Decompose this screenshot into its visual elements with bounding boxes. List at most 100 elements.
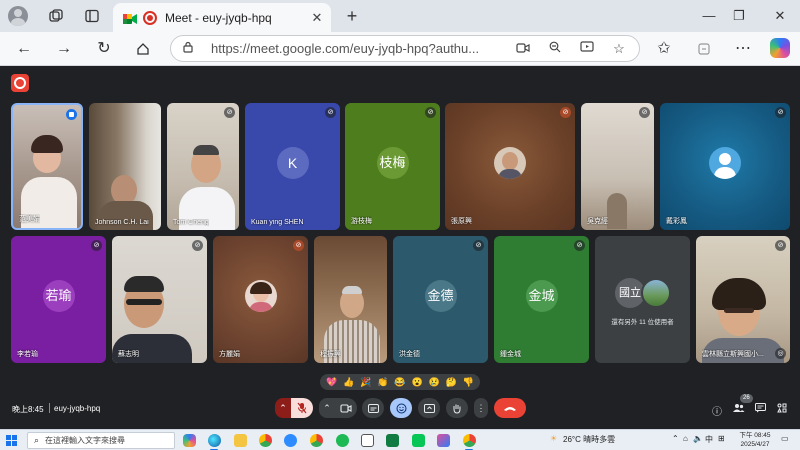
photos-app-icon[interactable] <box>437 434 450 447</box>
participant-initial: 若瑜 <box>42 279 75 312</box>
participant-tile[interactable]: 金德 ⊘ 洪金德 <box>393 236 488 363</box>
muted-mic-icon: ⊘ <box>325 107 336 118</box>
favorite-star-icon[interactable]: ☆ <box>611 41 627 57</box>
muted-mic-icon: ⊘ <box>192 240 203 251</box>
file-explorer-icon[interactable] <box>234 434 247 447</box>
reaction-clap[interactable]: 👏 <box>377 377 389 388</box>
line-app-icon[interactable] <box>412 434 425 447</box>
maximize-button[interactable]: ❐ <box>724 4 754 28</box>
zoom-app-icon[interactable] <box>284 434 297 447</box>
taskbar-search[interactable]: ⌕ 在這裡輸入文字來搜尋 <box>27 432 175 449</box>
present-screen-button[interactable] <box>418 398 440 418</box>
ime-indicator[interactable]: 中 <box>705 434 713 445</box>
participant-tile[interactable]: ⊘ 戴彩鳳 <box>660 103 790 230</box>
windows-start-icon[interactable] <box>6 435 17 446</box>
participant-tile[interactable]: 程振興 <box>314 236 387 363</box>
participant-tile[interactable]: ⊘ 吳克經 <box>581 103 654 230</box>
chrome-profile-icon[interactable] <box>310 434 323 447</box>
reaction-party[interactable]: 🎉 <box>360 377 372 388</box>
muted-mic-icon: ⊘ <box>91 240 102 251</box>
audio-options-button[interactable]: ⌃ <box>275 398 291 418</box>
more-options-button[interactable]: ⋮ <box>474 398 488 418</box>
reaction-surprised[interactable]: 😮 <box>411 377 423 388</box>
mic-toggle-button[interactable] <box>291 398 313 418</box>
copilot-app-icon[interactable] <box>183 434 196 447</box>
tray-overflow-icon[interactable]: ⌃ <box>672 434 679 443</box>
capcut-app-icon[interactable] <box>361 434 374 447</box>
new-tab-button[interactable]: + <box>340 4 364 28</box>
address-bar[interactable]: https://meet.google.com/euy-jyqb-hpq?aut… <box>170 35 640 62</box>
reaction-heart[interactable]: 💖 <box>326 377 338 388</box>
camera-in-use-icon[interactable] <box>515 41 531 56</box>
meeting-info-icon[interactable]: ⓘ <box>710 403 724 418</box>
back-arrow-icon[interactable]: ← <box>12 37 36 61</box>
reaction-thumbs-up[interactable]: 👍 <box>343 377 355 388</box>
weather-text[interactable]: 26°C 晴時多雲 <box>563 434 615 445</box>
emoji-reactions-button[interactable] <box>390 398 412 418</box>
home-icon[interactable] <box>131 37 155 61</box>
reaction-laugh[interactable]: 😂 <box>394 377 406 388</box>
url-text[interactable]: https://meet.google.com/euy-jyqb-hpq?aut… <box>211 41 515 56</box>
video-options-button[interactable]: ⌃ <box>319 398 335 418</box>
reaction-sad[interactable]: 😢 <box>428 377 440 388</box>
activities-icon[interactable] <box>775 403 789 416</box>
refresh-icon[interactable]: ↻ <box>92 37 116 61</box>
copilot-icon[interactable] <box>770 38 790 58</box>
muted-mic-icon: ⊘ <box>560 107 571 118</box>
recording-indicator-icon[interactable] <box>11 74 29 92</box>
collections-icon[interactable] <box>692 37 716 61</box>
participant-tile[interactable]: 金城 ⊘ 鍾金城 <box>494 236 589 363</box>
captions-button[interactable] <box>362 398 384 418</box>
notification-icon[interactable]: ▭ <box>781 434 789 443</box>
participant-tile[interactable]: Johnson C.H. Lai <box>89 103 161 230</box>
camera-toggle-button[interactable] <box>335 398 357 418</box>
participant-tile[interactable]: 若瑜 ⊘ 李若瑜 <box>11 236 106 363</box>
reaction-thinking[interactable]: 🤔 <box>445 377 457 388</box>
spotify-app-icon[interactable] <box>336 434 349 447</box>
workspaces-icon[interactable] <box>44 4 68 28</box>
excel-app-icon[interactable] <box>386 434 399 447</box>
emoji-icon <box>396 403 406 413</box>
weather-icon[interactable]: ☀ <box>550 434 557 443</box>
participant-tile[interactable]: 枝梅 ⊘ 游枝梅 <box>345 103 440 230</box>
muted-mic-icon: ⊘ <box>639 107 650 118</box>
address-toolbar: ← → ↻ https://meet.google.com/euy-jyqb-h… <box>0 32 800 66</box>
participant-tile[interactable]: ⊘ 張原興 <box>445 103 575 230</box>
participant-tile[interactable]: ⊘ 蘇志明 <box>112 236 207 363</box>
tab-close-icon[interactable]: ✕ <box>307 10 327 26</box>
participant-tile[interactable]: K ⊘ Kuan ying SHEN <box>245 103 340 230</box>
pin-icon[interactable]: ◎ <box>775 348 786 359</box>
chrome-app-icon-2[interactable] <box>463 434 476 447</box>
chrome-app-icon[interactable] <box>259 434 272 447</box>
taskbar-clock[interactable]: 下午 08:45 2025/4/27 <box>737 431 773 449</box>
edge-app-icon[interactable] <box>208 434 221 447</box>
close-window-button[interactable]: ✕ <box>765 4 795 28</box>
active-tab[interactable]: Meet - euy-jyqb-hpq ✕ <box>113 3 331 32</box>
cast-icon[interactable] <box>579 41 595 56</box>
participant-tile[interactable]: 范美娟 <box>11 103 83 230</box>
people-icon[interactable] <box>731 403 745 416</box>
participant-name: Johnson C.H. Lai <box>95 219 149 226</box>
participant-tile[interactable]: ⊘ ◎ 雲林縣立斯興國小... <box>696 236 790 363</box>
tab-actions-icon[interactable] <box>80 4 104 28</box>
profile-avatar-icon[interactable] <box>6 4 30 28</box>
participant-tile[interactable]: ⊘ Tom Cheng <box>167 103 239 230</box>
chat-icon[interactable] <box>753 403 767 416</box>
ime-mode-icon[interactable]: ⊞ <box>718 434 725 443</box>
reaction-thumbs-down[interactable]: 👎 <box>462 377 474 388</box>
forward-arrow-icon[interactable]: → <box>52 37 76 61</box>
volume-icon[interactable]: 🔈 <box>693 434 703 443</box>
minimize-button[interactable]: — <box>694 4 724 28</box>
zoom-icon[interactable] <box>547 41 563 56</box>
meeting-time: 晚上8:45 <box>12 405 44 414</box>
meet-content: 范美娟 Johnson C.H. Lai ⊘ Tom Cheng K ⊘ Kua… <box>0 66 800 429</box>
favorites-icon[interactable]: ✩ <box>652 37 676 61</box>
others-tile[interactable]: 國立 還有另外 11 位使用者 <box>595 236 690 363</box>
lock-icon[interactable] <box>183 41 203 56</box>
leave-call-button[interactable] <box>494 398 526 418</box>
more-menu-icon[interactable]: ⋯ <box>731 37 755 61</box>
network-icon[interactable]: ⌂ <box>683 434 688 443</box>
participant-tile[interactable]: ⊘ 方麗娟 <box>213 236 308 363</box>
participant-name: 范美娟 <box>19 216 40 223</box>
raise-hand-button[interactable] <box>446 398 468 418</box>
